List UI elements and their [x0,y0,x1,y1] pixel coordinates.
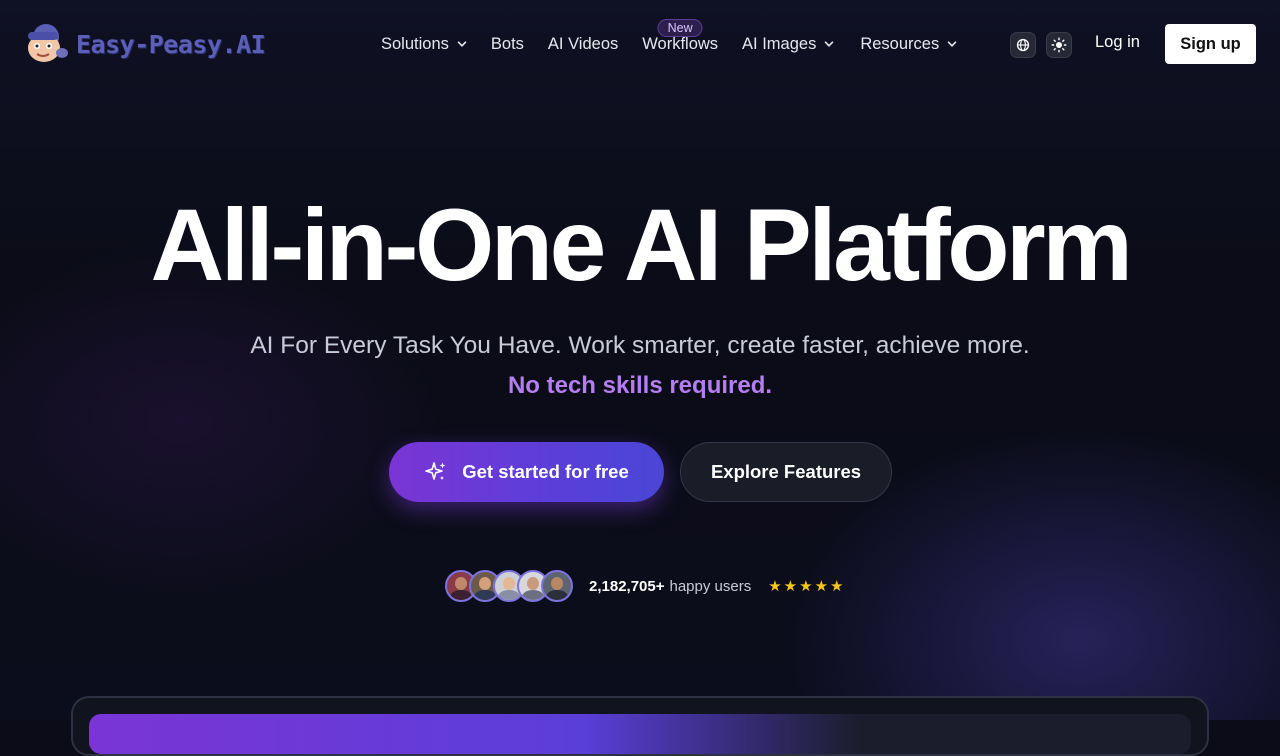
theme-toggle-button[interactable] [1046,32,1072,58]
star-icon: ★ [799,577,813,595]
social-proof: 2,182,705+ happy users ★ ★ ★ ★ ★ [445,570,843,602]
nav-item-label: Resources [860,34,940,53]
signup-button[interactable]: Sign up [1165,24,1256,64]
nav-item-bots[interactable]: Bots [491,35,524,54]
nav-item-label: Solutions [381,34,449,53]
get-started-button[interactable]: Get started for free [389,442,664,502]
rating-stars: ★ ★ ★ ★ ★ [768,579,843,594]
mascot-logo-icon [24,24,68,64]
globe-icon [1016,38,1030,52]
nav-item-solutions[interactable]: Solutions [381,35,467,54]
users-count: 2,182,705+ [589,577,665,595]
top-navigation: Easy-Peasy.AI Solutions Bots AI Videos N… [0,0,1280,88]
explore-features-button[interactable]: Explore Features [680,442,892,502]
avatar [541,570,573,602]
nav-item-label: Bots [490,34,524,53]
login-link[interactable]: Log in [1095,33,1140,52]
nav-links: Solutions Bots AI Videos New Workflows A… [381,18,957,58]
nav-item-label: Workflows [642,34,719,53]
brand-logo[interactable]: Easy-Peasy.AI [24,24,266,64]
chevron-down-icon [947,41,957,47]
language-button[interactable] [1010,32,1036,58]
product-preview-card [71,696,1209,756]
nav-item-workflows[interactable]: New Workflows [642,18,719,54]
get-started-label: Get started for free [462,461,629,482]
users-label: happy users [669,577,752,595]
brand-name: Easy-Peasy.AI [76,29,266,59]
preview-banner [89,714,1191,754]
nav-item-ai-videos[interactable]: AI Videos [548,35,618,54]
hero-subtitle: AI For Every Task You Have. Work smarter… [250,332,1030,359]
sun-icon [1051,37,1067,53]
user-avatars [445,570,573,602]
chevron-down-icon [825,41,834,47]
nav-item-label: AI Videos [547,34,619,53]
nav-item-resources[interactable]: Resources [860,35,957,54]
chevron-down-icon [457,41,467,47]
hero-accent-text: No tech skills required. [507,372,773,399]
star-icon: ★ [768,577,782,595]
sparkles-icon [425,462,446,480]
star-icon: ★ [783,577,798,595]
nav-item-label: AI Images [742,34,817,53]
star-icon: ★ [814,577,829,595]
hero-title: All-in-One AI Platform [150,188,1133,302]
new-badge: New [657,18,703,37]
nav-item-ai-images[interactable]: AI Images [742,35,834,54]
star-icon: ★ [830,577,844,595]
